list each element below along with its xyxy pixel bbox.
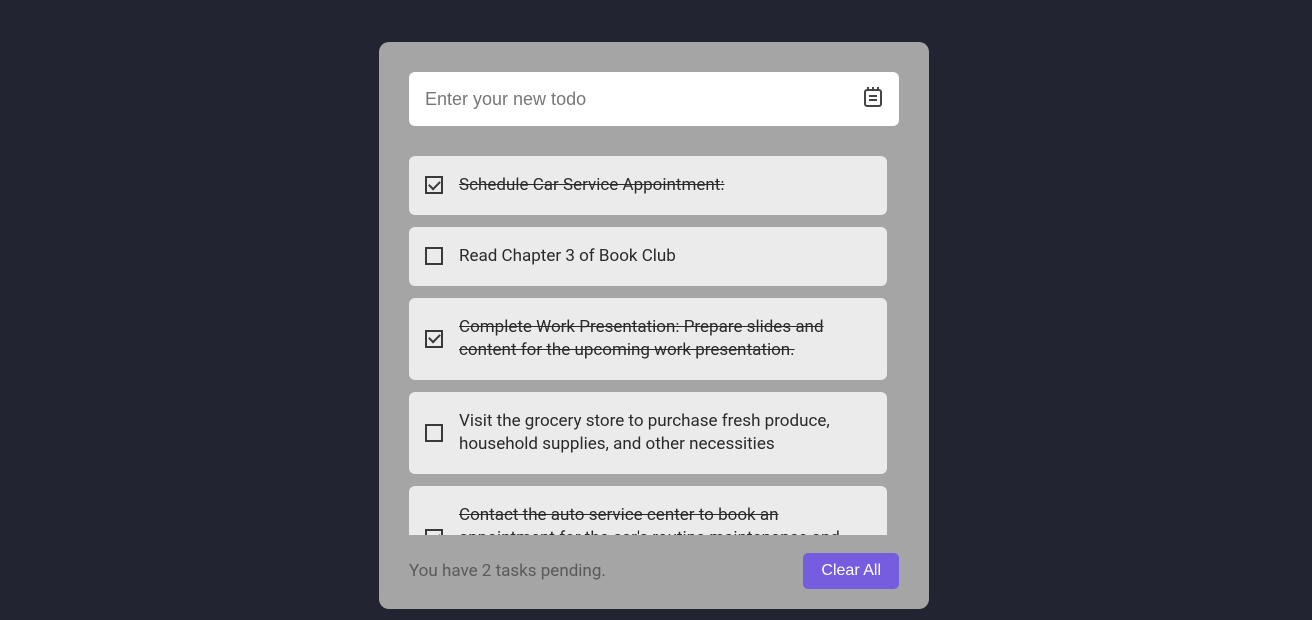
todo-list-wrapper: Schedule Car Service Appointment: Read Ch… — [409, 156, 899, 535]
checkbox-checked-icon[interactable] — [425, 529, 443, 535]
todo-item: Complete Work Presentation: Prepare slid… — [409, 298, 887, 380]
todo-text: Visit the grocery store to purchase fres… — [459, 410, 871, 456]
checkbox-unchecked-icon[interactable] — [425, 424, 443, 442]
todo-text: Schedule Car Service Appointment: — [459, 174, 724, 197]
todo-app-card: Schedule Car Service Appointment: Read Ch… — [379, 42, 929, 609]
todo-text: Contact the auto service center to book … — [459, 504, 871, 535]
todo-text: Complete Work Presentation: Prepare slid… — [459, 316, 871, 362]
todo-input[interactable] — [425, 89, 853, 110]
checkbox-checked-icon[interactable] — [425, 176, 443, 194]
todo-input-row — [409, 72, 899, 126]
todo-item: Contact the auto service center to book … — [409, 486, 887, 535]
todo-item: Schedule Car Service Appointment: — [409, 156, 887, 215]
pending-count-text: You have 2 tasks pending. — [409, 561, 606, 581]
todo-list[interactable]: Schedule Car Service Appointment: Read Ch… — [409, 156, 899, 535]
checkbox-checked-icon[interactable] — [425, 330, 443, 348]
footer-row: You have 2 tasks pending. Clear All — [409, 553, 899, 589]
todo-text: Read Chapter 3 of Book Club — [459, 245, 676, 268]
notes-icon[interactable] — [863, 86, 883, 112]
clear-all-button[interactable]: Clear All — [803, 553, 899, 589]
checkbox-unchecked-icon[interactable] — [425, 247, 443, 265]
todo-item: Read Chapter 3 of Book Club — [409, 227, 887, 286]
todo-item: Visit the grocery store to purchase fres… — [409, 392, 887, 474]
